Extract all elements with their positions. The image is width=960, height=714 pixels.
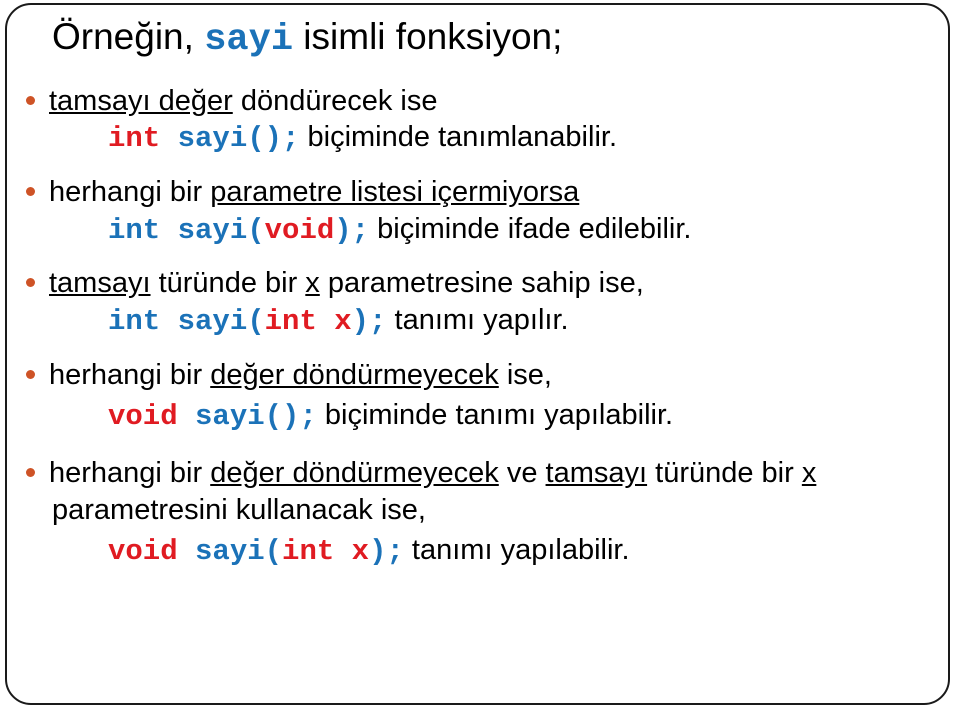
bullet-item-5: herhangi bir değer döndürmeyecek ve tams… [26, 455, 816, 491]
code-5-token-2: sayi( [195, 535, 283, 568]
bullet-2-pre: herhangi bir [49, 176, 211, 208]
code-3-token-0: int sayi( [108, 305, 265, 338]
bullet-4-pre: herhangi bir [49, 359, 211, 391]
code-line-4: void sayi(); biçiminde tanımı yapılabili… [108, 397, 673, 435]
code-1-token-2: sayi(); [177, 122, 300, 155]
bullet-5-underlined-2: tamsayı [545, 457, 648, 489]
bullet-5-mid-2: türünde bir [647, 457, 802, 489]
code-2-token-2: ); [334, 214, 370, 247]
code-1-token-0: int [108, 122, 161, 155]
bullet-dot-icon [26, 467, 35, 477]
code-line-2: int sayi(void); biçiminde ifade edilebil… [108, 211, 691, 249]
bullet-item-5-wrap: parametresini kullanacak ise, [52, 492, 426, 528]
bullet-3-underlined-2: x [305, 267, 320, 299]
bullet-3-rest: parametresine sahip ise, [319, 267, 644, 299]
code-1-trailing: biçiminde tanımlanabilir. [299, 121, 618, 153]
code-1-token-1 [160, 122, 177, 155]
code-3-token-2: ); [351, 305, 387, 338]
bullet-5-underlined: değer döndürmeyecek [210, 457, 499, 489]
code-5-trailing: tanımı yapılabilir. [403, 534, 630, 566]
code-2-token-1: void [264, 214, 335, 247]
bullet-4-underlined: değer döndürmeyecek [210, 359, 499, 391]
code-line-3: int sayi(int x); tanımı yapılır. [108, 302, 569, 340]
bullet-dot-icon [26, 186, 35, 196]
bullet-1-underlined: tamsayı değer [49, 85, 233, 117]
bullet-item-2: herhangi bir parametre listesi içermiyor… [26, 174, 579, 210]
code-2-trailing: biçiminde ifade edilebilir. [369, 213, 692, 245]
code-5-token-3: int x [282, 535, 370, 568]
code-2-token-0: int sayi( [108, 214, 265, 247]
bullet-item-4: herhangi bir değer döndürmeyecek ise, [26, 357, 552, 393]
code-line-1: int sayi(); biçiminde tanımlanabilir. [108, 119, 617, 157]
code-4-token-2: sayi(); [195, 400, 317, 433]
code-3-trailing: tanımı yapılır. [386, 304, 569, 336]
bullet-4-rest: ise, [498, 359, 552, 391]
code-4-token-0: void [108, 400, 178, 433]
bullet-2-underlined: parametre listesi içermiyorsa [210, 176, 580, 208]
slide-title: Örneğin, sayi isimli fonksiyon; [52, 14, 932, 63]
title-part2: isimli fonksiyon; [293, 16, 563, 57]
code-5-token-1 [178, 535, 195, 568]
bullet-dot-icon [26, 95, 35, 105]
code-5-token-0: void [108, 535, 178, 568]
code-5-token-4: ); [369, 535, 404, 568]
bullet-dot-icon [26, 369, 35, 379]
bullet-3-mid: türünde bir [150, 267, 306, 299]
title-part1: Örneğin, [52, 16, 205, 57]
bullet-3-underlined: tamsayı [49, 267, 151, 299]
bullet-5-wrap-text: parametresini kullanacak ise, [52, 494, 426, 526]
code-3-token-1: int x [264, 305, 352, 338]
bullet-dot-icon [26, 277, 35, 287]
bullet-5-mid: ve [498, 457, 546, 489]
bullet-5-pre: herhangi bir [49, 457, 211, 489]
bullet-1-rest: döndürecek ise [232, 85, 438, 117]
bullet-item-1: tamsayı değer döndürecek ise [26, 83, 438, 119]
code-line-5: void sayi(int x); tanımı yapılabilir. [108, 532, 630, 570]
code-4-trailing: biçiminde tanımı yapılabilir. [316, 399, 674, 431]
slide: Örneğin, sayi isimli fonksiyon; tamsayı … [0, 0, 960, 714]
code-4-token-1 [178, 400, 195, 433]
bullet-5-underlined-3: x [801, 457, 817, 489]
bullet-item-3: tamsayı türünde bir x parametresine sahi… [26, 265, 644, 301]
title-code-sayi: sayi [204, 19, 294, 61]
